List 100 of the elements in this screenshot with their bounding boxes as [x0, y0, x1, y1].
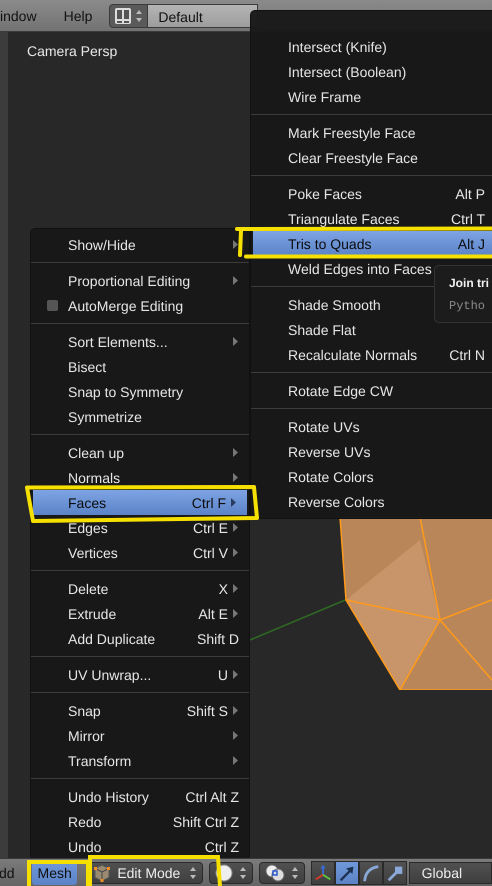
menu-item[interactable]: Add Duplicate Shift D: [31, 626, 249, 651]
manipulator-button[interactable]: [310, 860, 335, 884]
arc-icon: [360, 862, 381, 882]
menu-item[interactable]: Triangulate Faces Ctrl T: [251, 206, 492, 231]
menu-item[interactable]: Snap Shift S: [31, 698, 249, 723]
menu-item[interactable]: Faces Ctrl F: [33, 490, 247, 515]
item-label: Triangulate Faces: [288, 210, 401, 226]
menu-item[interactable]: Shade Flat: [251, 317, 370, 342]
item-label: Snap: [68, 702, 102, 718]
up-down-arrows-icon: [238, 866, 247, 880]
manipulator-button[interactable]: [334, 860, 359, 884]
item-label: Tris to Quads: [288, 236, 373, 252]
item-label: Rotate Edge CW: [288, 382, 394, 398]
menu-item[interactable]: Rotate Edge CW: [251, 378, 408, 403]
menu-item[interactable]: Undo History Ctrl Alt Z: [31, 784, 249, 809]
menu-item[interactable]: Show/Hide: [31, 232, 249, 257]
item-label: Rotate Colors: [288, 468, 374, 484]
menu-item[interactable]: Transform: [31, 748, 249, 773]
menu-item[interactable]: Mirror: [31, 723, 249, 748]
menu-item[interactable]: Poke Faces Alt P: [251, 181, 492, 206]
up-down-arrows-icon: [135, 8, 144, 22]
shortcut-label: Shift S: [186, 702, 228, 718]
shortcut-label: Alt P: [455, 186, 485, 202]
menu-item[interactable]: UV Unwrap... U: [31, 662, 249, 687]
view-label: Camera Persp: [27, 43, 118, 59]
item-label: Sort Elements...: [68, 334, 169, 350]
layout-name-field[interactable]: Default: [148, 4, 258, 28]
menu-item[interactable]: Rotate Colors: [251, 464, 388, 489]
shortcut-label: Alt E: [198, 606, 228, 622]
cube-icon: [93, 864, 112, 882]
manipulator-button[interactable]: [358, 860, 383, 884]
layout-icon: [114, 6, 132, 24]
item-label: Clean up: [68, 444, 126, 460]
item-label: Proportional Editing: [68, 272, 192, 288]
item-label: Symmetrize: [68, 408, 142, 424]
item-label: Extrude: [68, 606, 118, 622]
menu-item[interactable]: Snap to Symmetry: [31, 379, 194, 404]
item-label: Rotate UVs: [288, 418, 360, 434]
item-label: Poke Faces: [288, 186, 363, 202]
item-label: Wire Frame: [288, 88, 362, 104]
menu-item[interactable]: Tris to Quads Alt J: [253, 231, 492, 256]
shortcut-label: Alt J: [458, 236, 485, 252]
menu-item[interactable]: Normals: [31, 465, 249, 490]
tooltip-text: Pytho: [449, 298, 486, 315]
manipulator-button[interactable]: [382, 860, 407, 884]
pivot-dropdown[interactable]: [258, 862, 305, 884]
tooltip-title: Join tri: [449, 275, 490, 292]
shading-dropdown[interactable]: [208, 862, 253, 884]
checkbox[interactable]: [47, 300, 58, 311]
axes-icon: [312, 862, 333, 882]
menu-item[interactable]: Intersect (Boolean): [251, 59, 420, 84]
item-label: Edges: [68, 520, 109, 536]
shortcut-label: U: [218, 666, 228, 682]
dropdown-label: Edit Mode: [117, 864, 182, 880]
menu-item[interactable]: Recalculate Normals Ctrl N: [251, 342, 492, 367]
menu-item[interactable]: Sort Elements...: [31, 329, 249, 354]
menu-item[interactable]: Reverse Colors: [251, 489, 398, 514]
item-label: Redo: [68, 814, 102, 830]
menu-item[interactable]: Help: [64, 8, 92, 24]
shortcut-label: Ctrl N: [449, 346, 485, 362]
menu-item[interactable]: Rotate UVs: [251, 414, 374, 439]
item-label: Vertices: [68, 544, 119, 560]
menu-item[interactable]: Shade Smooth: [251, 292, 395, 317]
menu-item[interactable]: Extrude Alt E: [31, 601, 249, 626]
sphere-icon: [214, 864, 233, 882]
menu-item[interactable]: Clean up: [31, 440, 249, 465]
item-label: Clear Freestyle Face: [288, 150, 418, 166]
menu-item[interactable]: Wire Frame: [251, 84, 376, 109]
item-label: Undo: [68, 838, 102, 854]
item-label: Reverse UVs: [288, 444, 370, 460]
item-label: Weld Edges into Faces: [288, 260, 432, 276]
orientation-dropdown[interactable]: Global: [408, 862, 492, 884]
shortcut-label: X: [218, 580, 228, 596]
item-label: Intersect (Boolean): [288, 64, 406, 80]
menu-item[interactable]: Vertices Ctrl V: [31, 540, 249, 565]
item-label: Add Duplicate: [68, 630, 156, 646]
menu-item[interactable]: Undo Ctrl Z: [31, 834, 249, 859]
shortcut-label: Shift Ctrl Z: [172, 814, 239, 830]
item-label: Delete: [68, 580, 110, 596]
menu-item[interactable]: Clear Freestyle Face: [251, 145, 432, 170]
menu-item[interactable]: Reverse UVs: [251, 439, 384, 464]
menu-item[interactable]: indow: [0, 8, 37, 24]
item-label: Undo History: [68, 788, 150, 804]
menu-item[interactable]: Proportional Editing: [31, 268, 249, 293]
item-label: Show/Hide: [68, 236, 137, 252]
menu-item[interactable]: Mark Freestyle Face: [251, 120, 430, 145]
menu-item[interactable]: Bisect: [31, 354, 116, 379]
up-down-arrows-icon: [188, 866, 197, 880]
item-label: Normals: [68, 470, 122, 486]
item-label: Shade Flat: [288, 322, 356, 338]
menu-item[interactable]: Intersect (Knife): [251, 34, 401, 59]
menu-item[interactable]: Edges Ctrl E: [31, 515, 249, 540]
item-label: UV Unwrap...: [68, 666, 152, 682]
item-label: Mirror: [68, 728, 106, 744]
menu-item[interactable]: Redo Shift Ctrl Z: [31, 809, 249, 834]
menu-item[interactable]: Symmetrize: [31, 404, 152, 429]
menu-item[interactable]: AutoMerge Editing: [31, 293, 194, 318]
menu-item[interactable]: Delete X: [31, 576, 249, 601]
layout-selector[interactable]: [109, 4, 148, 28]
item-label: Shade Smooth: [288, 296, 381, 312]
